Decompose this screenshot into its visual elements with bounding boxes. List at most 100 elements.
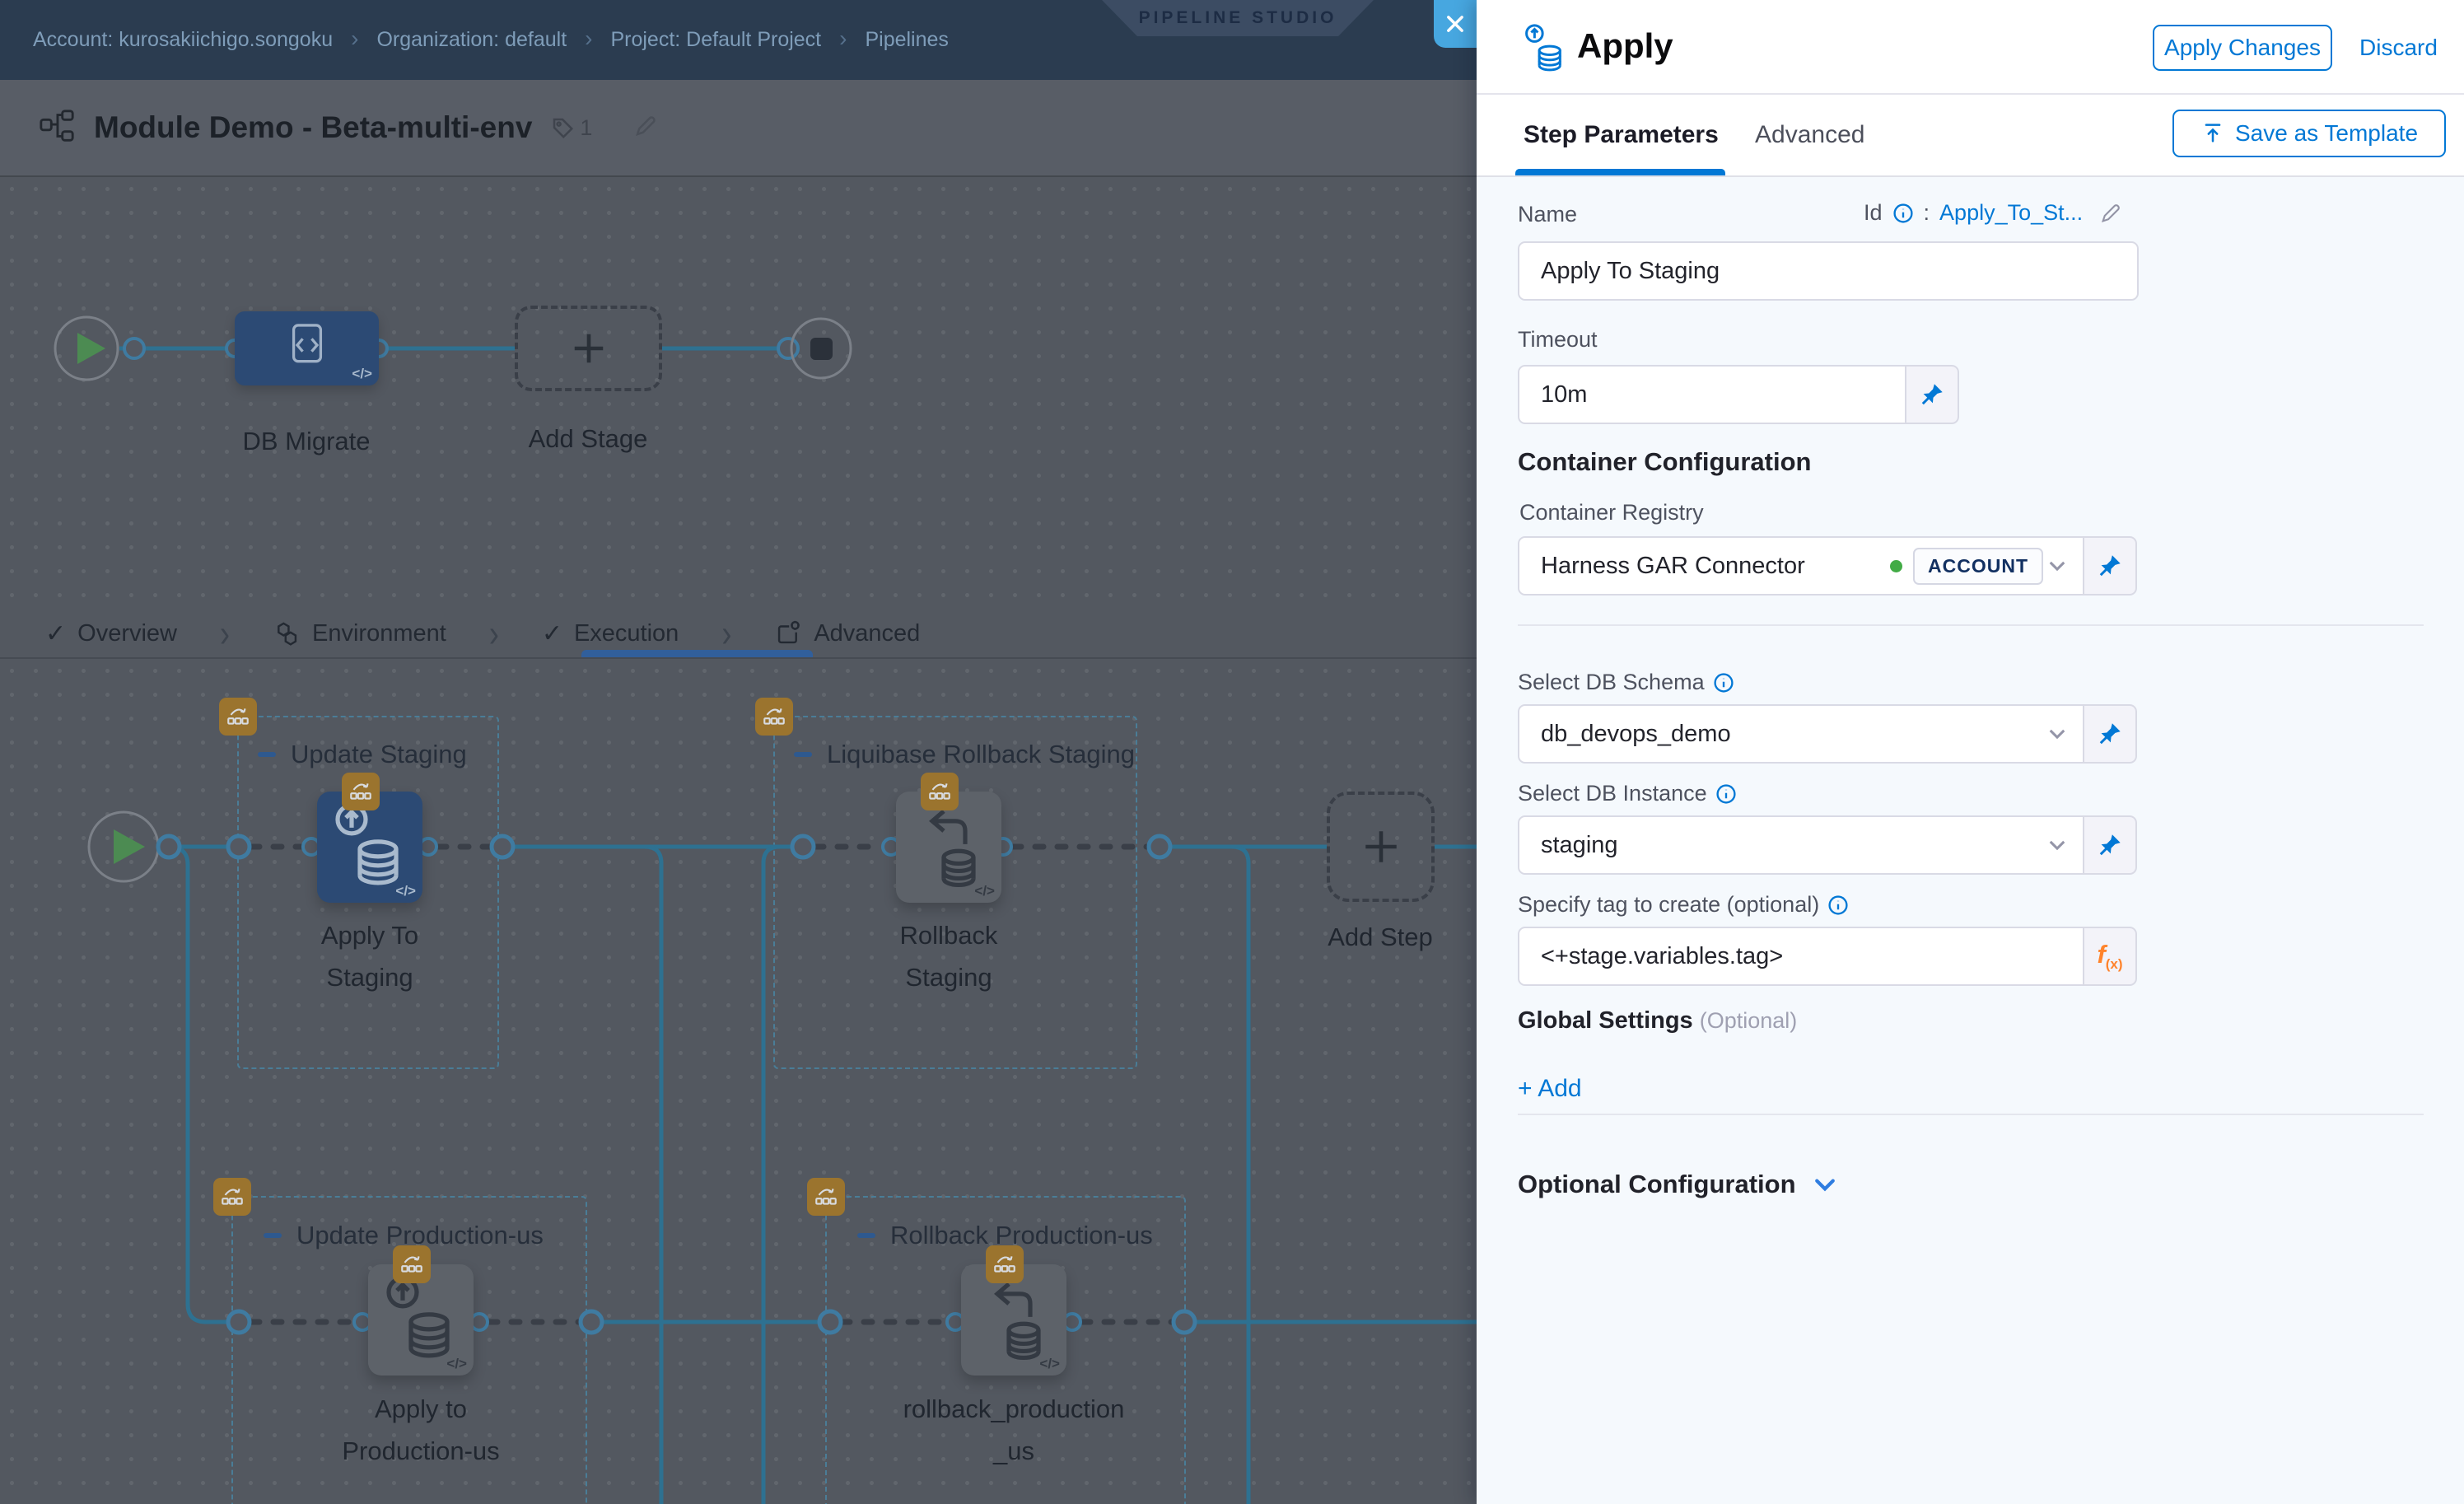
db-instance-value: staging <box>1541 832 1618 859</box>
chevron-down-icon[interactable] <box>2048 560 2066 572</box>
expression-input-type-button[interactable]: f(x) <box>2084 927 2137 986</box>
step-group-icon <box>219 698 257 736</box>
tab-overview[interactable]: ✓ Overview <box>45 619 177 648</box>
info-icon[interactable] <box>1713 672 1734 694</box>
panel-tab-bar: Step Parameters Advanced Save as Templat… <box>1477 95 2464 177</box>
db-apply-icon <box>333 801 407 890</box>
step-parameters-form: Name Id : Apply_To_St... Apply To Stagin… <box>1477 177 2464 1504</box>
info-icon[interactable] <box>1892 203 1914 224</box>
stage-tab-bar: ✓ Overview › Environment › ✓ Execution › <box>0 610 1477 659</box>
registry-input-type-button[interactable] <box>2084 536 2137 596</box>
edit-pipeline-icon[interactable] <box>633 114 658 142</box>
db-schema-select[interactable]: db_devops_demo <box>1518 704 2084 764</box>
add-stage-button[interactable] <box>515 306 662 391</box>
custom-stage-icon <box>278 320 336 371</box>
tag-icon <box>550 115 575 140</box>
db-schema-value: db_devops_demo <box>1541 721 1731 748</box>
breadcrumb-account[interactable]: Account: kurosakiichigo.songoku <box>33 28 333 52</box>
breadcrumb-project[interactable]: Project: Default Project <box>610 28 821 52</box>
breadcrumb-separator-icon: › <box>351 26 358 52</box>
stage-label: DB Migrate <box>216 420 397 462</box>
pipeline-title: Module Demo - Beta-multi-env <box>94 110 532 145</box>
timeout-input[interactable]: 10m <box>1518 365 1906 424</box>
step-group-title: Liquibase Rollback Staging <box>827 740 1135 769</box>
step-config-panel: Apply Apply Changes Discard Step Paramet… <box>1477 0 2464 1504</box>
panel-header: Apply Apply Changes Discard <box>1477 0 2464 95</box>
chevron-down-icon <box>1814 1178 1836 1192</box>
id-value[interactable]: Apply_To_St... <box>1939 200 2083 226</box>
info-icon[interactable] <box>1715 783 1737 805</box>
breadcrumb: Account: kurosakiichigo.songoku › Organi… <box>33 0 949 80</box>
pipeline-title-bar: Module Demo - Beta-multi-env 1 VISUAL YA… <box>0 80 1477 177</box>
step-group-icon <box>807 1178 845 1216</box>
save-as-template-button[interactable]: Save as Template <box>2172 110 2446 157</box>
apply-changes-button[interactable]: Apply Changes <box>2153 25 2332 71</box>
db-schema-label: Select DB Schema <box>1518 670 1734 695</box>
optional-hint: (Optional) <box>1700 1008 1798 1033</box>
edit-id-icon[interactable] <box>2099 202 2122 225</box>
discard-button[interactable]: Discard <box>2359 35 2438 61</box>
step-group-icon <box>755 698 793 736</box>
tab-execution[interactable]: ✓ Execution <box>542 619 679 648</box>
breadcrumb-pipelines[interactable]: Pipelines <box>865 28 948 52</box>
pipeline-tags[interactable]: 1 <box>550 115 592 141</box>
global-settings-label: Global Settings <box>1518 1007 1693 1034</box>
pin-icon <box>2098 833 2122 857</box>
timeout-input-type-button[interactable] <box>1906 365 1959 424</box>
chevron-down-icon[interactable] <box>2048 728 2066 740</box>
close-icon <box>1444 12 1467 35</box>
add-global-setting-button[interactable]: + Add <box>1518 1075 1582 1103</box>
step-group-icon <box>921 773 959 810</box>
chevron-down-icon[interactable] <box>2048 839 2066 851</box>
add-step-button[interactable] <box>1327 792 1435 902</box>
fx-icon: f(x) <box>2097 940 2122 973</box>
info-icon[interactable] <box>1827 894 1849 916</box>
db-schema-input-type-button[interactable] <box>2084 704 2137 764</box>
check-icon: ✓ <box>542 619 562 648</box>
code-glyph: </> <box>395 883 416 899</box>
optional-configuration-toggle[interactable]: Optional Configuration <box>1518 1170 1836 1199</box>
pipeline-studio-badge: PIPELINE STUDIO <box>1102 0 1374 36</box>
collapse-icon[interactable] <box>258 752 276 757</box>
tab-advanced[interactable]: Advanced <box>774 619 920 647</box>
step-group-icon <box>342 773 380 810</box>
container-registry-label: Container Registry <box>1519 500 1704 525</box>
collapse-icon[interactable] <box>794 752 812 757</box>
check-icon: ✓ <box>45 619 66 648</box>
db-instance-input-type-button[interactable] <box>2084 815 2137 875</box>
pin-icon <box>2098 553 2122 578</box>
collapse-icon[interactable] <box>857 1233 875 1238</box>
code-glyph: </> <box>446 1356 467 1372</box>
container-registry-select[interactable]: Harness GAR Connector ACCOUNT <box>1518 536 2084 596</box>
save-template-icon <box>2200 121 2225 146</box>
pipeline-studio-screen: Account: kurosakiichigo.songoku › Organi… <box>0 0 2464 1504</box>
tag-to-create-input[interactable]: <+stage.variables.tag> <box>1518 927 2084 986</box>
plus-icon <box>1360 826 1402 867</box>
connectivity-status-dot <box>1890 560 1902 572</box>
step-group-icon <box>213 1178 251 1216</box>
name-input[interactable]: Apply To Staging <box>1518 241 2139 301</box>
db-instance-select[interactable]: staging <box>1518 815 2084 875</box>
active-tab-underline <box>1515 169 1725 175</box>
tab-execution-label: Execution <box>574 620 679 647</box>
tab-step-parameters[interactable]: Step Parameters <box>1524 121 1719 149</box>
tab-advanced-panel[interactable]: Advanced <box>1755 121 1864 149</box>
id-separator: : <box>1924 200 1930 226</box>
step-group-header[interactable]: Liquibase Rollback Staging <box>794 740 1135 769</box>
chevron-right-icon: › <box>489 611 499 656</box>
step-group-header[interactable]: Update Staging <box>258 740 467 769</box>
step-label: rollback_production_us <box>903 1388 1125 1472</box>
breadcrumb-organization[interactable]: Organization: default <box>376 28 567 52</box>
environment-icon <box>273 619 301 647</box>
stage-node-db-migrate[interactable]: </> <box>235 311 379 385</box>
step-label: Rollback Staging <box>858 914 1039 998</box>
breadcrumb-separator-icon: › <box>839 26 847 52</box>
pin-icon <box>2098 722 2122 746</box>
apply-step-icon <box>1524 23 1566 74</box>
top-navigation-bar: Account: kurosakiichigo.songoku › Organi… <box>0 0 1477 80</box>
collapse-icon[interactable] <box>264 1233 282 1238</box>
execution-canvas: Update Staging </> Apply To Staging <box>0 659 1477 1504</box>
close-panel-button[interactable] <box>1434 0 1477 48</box>
tab-environment[interactable]: Environment <box>273 619 446 647</box>
pipeline-graph-icon <box>38 107 76 149</box>
